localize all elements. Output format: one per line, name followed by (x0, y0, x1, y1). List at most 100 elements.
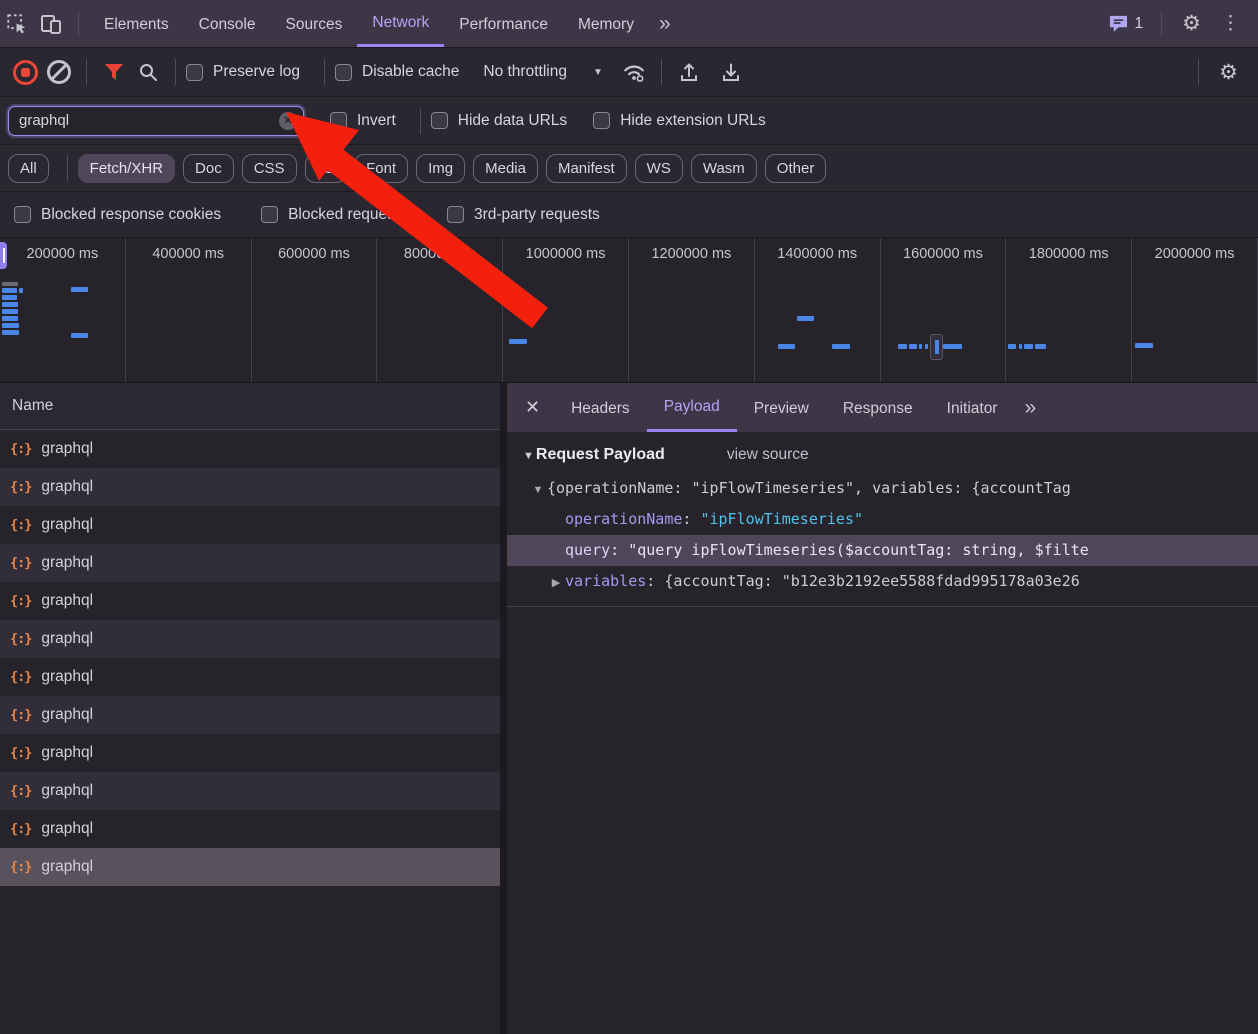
resource-type-chip[interactable]: JS (305, 154, 347, 183)
panel-tab[interactable]: Console (184, 0, 271, 47)
inspect-element-button[interactable] (0, 7, 34, 41)
hide-extension-urls-checkbox[interactable] (593, 112, 610, 129)
resource-type-chip[interactable]: Font (354, 154, 408, 183)
details-tab[interactable]: Initiator (930, 383, 1015, 432)
request-row[interactable]: {:} graphql (0, 430, 500, 468)
waterfall-bar[interactable] (2, 309, 18, 314)
hide-extension-urls-option[interactable]: Hide extension URLs (593, 112, 766, 130)
invert-option[interactable]: Invert (330, 112, 396, 130)
resource-type-chip[interactable]: Doc (183, 154, 234, 183)
waterfall-bar[interactable] (778, 344, 795, 349)
more-details-tabs-button[interactable]: » (1014, 396, 1046, 420)
details-tab[interactable]: Payload (647, 383, 737, 432)
section-collapse-icon[interactable]: ▼ (523, 450, 534, 462)
waterfall-bar[interactable] (1035, 344, 1046, 349)
waterfall-bar[interactable] (2, 295, 17, 300)
details-tab[interactable]: Headers (554, 383, 647, 432)
request-row[interactable]: {:} graphql (0, 620, 500, 658)
device-toolbar-button[interactable] (34, 7, 68, 41)
panel-tab[interactable]: Network (357, 0, 444, 47)
waterfall-bar[interactable] (2, 323, 19, 328)
issues-button[interactable]: 1 (1100, 14, 1152, 33)
request-row[interactable]: {:} graphql (0, 544, 500, 582)
waterfall-bar[interactable] (797, 316, 814, 321)
request-row[interactable]: {:} graphql (0, 734, 500, 772)
request-row[interactable]: {:} graphql (0, 810, 500, 848)
waterfall-bar[interactable] (832, 344, 850, 349)
resource-type-chip[interactable]: Img (416, 154, 465, 183)
name-column-header[interactable]: Name (0, 383, 500, 430)
panel-tab[interactable]: Elements (89, 0, 184, 47)
waterfall-bar[interactable] (925, 344, 928, 349)
waterfall-bar[interactable] (2, 282, 18, 286)
panel-tab[interactable]: Memory (563, 0, 649, 47)
waterfall-bar[interactable] (2, 288, 17, 293)
resource-type-chip[interactable]: Media (473, 154, 538, 183)
view-source-link[interactable]: view source (727, 446, 809, 464)
checkbox[interactable] (14, 206, 31, 223)
waterfall-bar[interactable] (898, 344, 907, 349)
settings-gear-icon[interactable]: ⚙ (1172, 11, 1211, 36)
collapsed-arrow-icon[interactable]: ▶ (547, 568, 565, 597)
request-row[interactable]: {:} graphql (0, 848, 500, 886)
advanced-filter-option[interactable]: Blocked requests (261, 206, 407, 224)
waterfall-bar[interactable] (2, 302, 18, 307)
request-row[interactable]: {:} graphql (0, 696, 500, 734)
preserve-log-checkbox[interactable] (186, 64, 203, 81)
details-tab[interactable]: Response (826, 383, 930, 432)
export-har-button[interactable] (714, 55, 748, 89)
advanced-filter-option[interactable]: 3rd-party requests (447, 206, 600, 224)
resource-type-chip[interactable]: All (8, 154, 49, 183)
query-row[interactable]: query: "query ipFlowTimeseries($accountT… (507, 535, 1258, 566)
resource-type-chip[interactable]: Manifest (546, 154, 627, 183)
waterfall-bar[interactable] (1019, 344, 1022, 349)
waterfall-bar[interactable] (71, 287, 88, 292)
network-settings-gear-icon[interactable]: ⚙ (1209, 60, 1248, 85)
panel-tab[interactable]: Sources (271, 0, 358, 47)
request-row[interactable]: {:} graphql (0, 468, 500, 506)
overflow-menu-icon[interactable]: ⋮ (1211, 12, 1250, 35)
search-button[interactable] (131, 55, 165, 89)
request-row[interactable]: {:} graphql (0, 582, 500, 620)
request-payload-section[interactable]: ▼ Request Payload view source (507, 446, 1258, 464)
checkbox[interactable] (261, 206, 278, 223)
clear-filter-icon[interactable]: ✕ (279, 112, 297, 130)
clear-network-log-button[interactable] (42, 55, 76, 89)
request-row[interactable]: {:} graphql (0, 658, 500, 696)
details-tab[interactable]: Preview (737, 383, 826, 432)
panel-tab[interactable]: Performance (444, 0, 563, 47)
waterfall-bar[interactable] (1024, 344, 1033, 349)
payload-preview-row[interactable]: ▼{operationName: "ipFlowTimeseries", var… (507, 473, 1258, 504)
waterfall-bar[interactable] (19, 288, 23, 293)
disable-cache-checkbox[interactable] (335, 64, 352, 81)
network-conditions-button[interactable] (617, 55, 651, 89)
waterfall-bar[interactable] (1008, 344, 1016, 349)
variables-row[interactable]: ▶variables: {accountTag: "b12e3b2192ee55… (507, 566, 1258, 597)
hide-data-urls-option[interactable]: Hide data URLs (431, 112, 567, 130)
timeline-left-handle[interactable] (0, 242, 7, 269)
waterfall-bar[interactable] (909, 344, 917, 349)
invert-checkbox[interactable] (330, 112, 347, 129)
checkbox[interactable] (447, 206, 464, 223)
advanced-filter-option[interactable]: Blocked response cookies (14, 206, 221, 224)
import-har-button[interactable] (672, 55, 706, 89)
waterfall-bar[interactable] (2, 330, 19, 335)
waterfall-marker[interactable] (930, 334, 943, 360)
request-row[interactable]: {:} graphql (0, 506, 500, 544)
waterfall-bar[interactable] (71, 333, 88, 338)
filter-button[interactable] (97, 55, 131, 89)
waterfall-bar[interactable] (1135, 343, 1153, 348)
more-tabs-button[interactable]: » (649, 12, 681, 36)
timeline-overview[interactable]: 200000 ms 400000 ms 600000 ms 800000 ms … (0, 237, 1258, 383)
resource-type-chip[interactable]: WS (635, 154, 683, 183)
waterfall-bar[interactable] (919, 344, 922, 349)
preserve-log-option[interactable]: Preserve log (186, 63, 300, 81)
resource-type-chip[interactable]: CSS (242, 154, 297, 183)
waterfall-bar[interactable] (2, 316, 18, 321)
filter-input[interactable] (8, 106, 304, 136)
waterfall-bar[interactable] (943, 344, 962, 349)
disable-cache-option[interactable]: Disable cache (335, 63, 459, 81)
throttling-select[interactable]: No throttling ▼ (483, 63, 602, 81)
operation-name-row[interactable]: operationName: "ipFlowTimeseries" (507, 504, 1258, 535)
resource-type-chip[interactable]: Fetch/XHR (78, 154, 175, 183)
